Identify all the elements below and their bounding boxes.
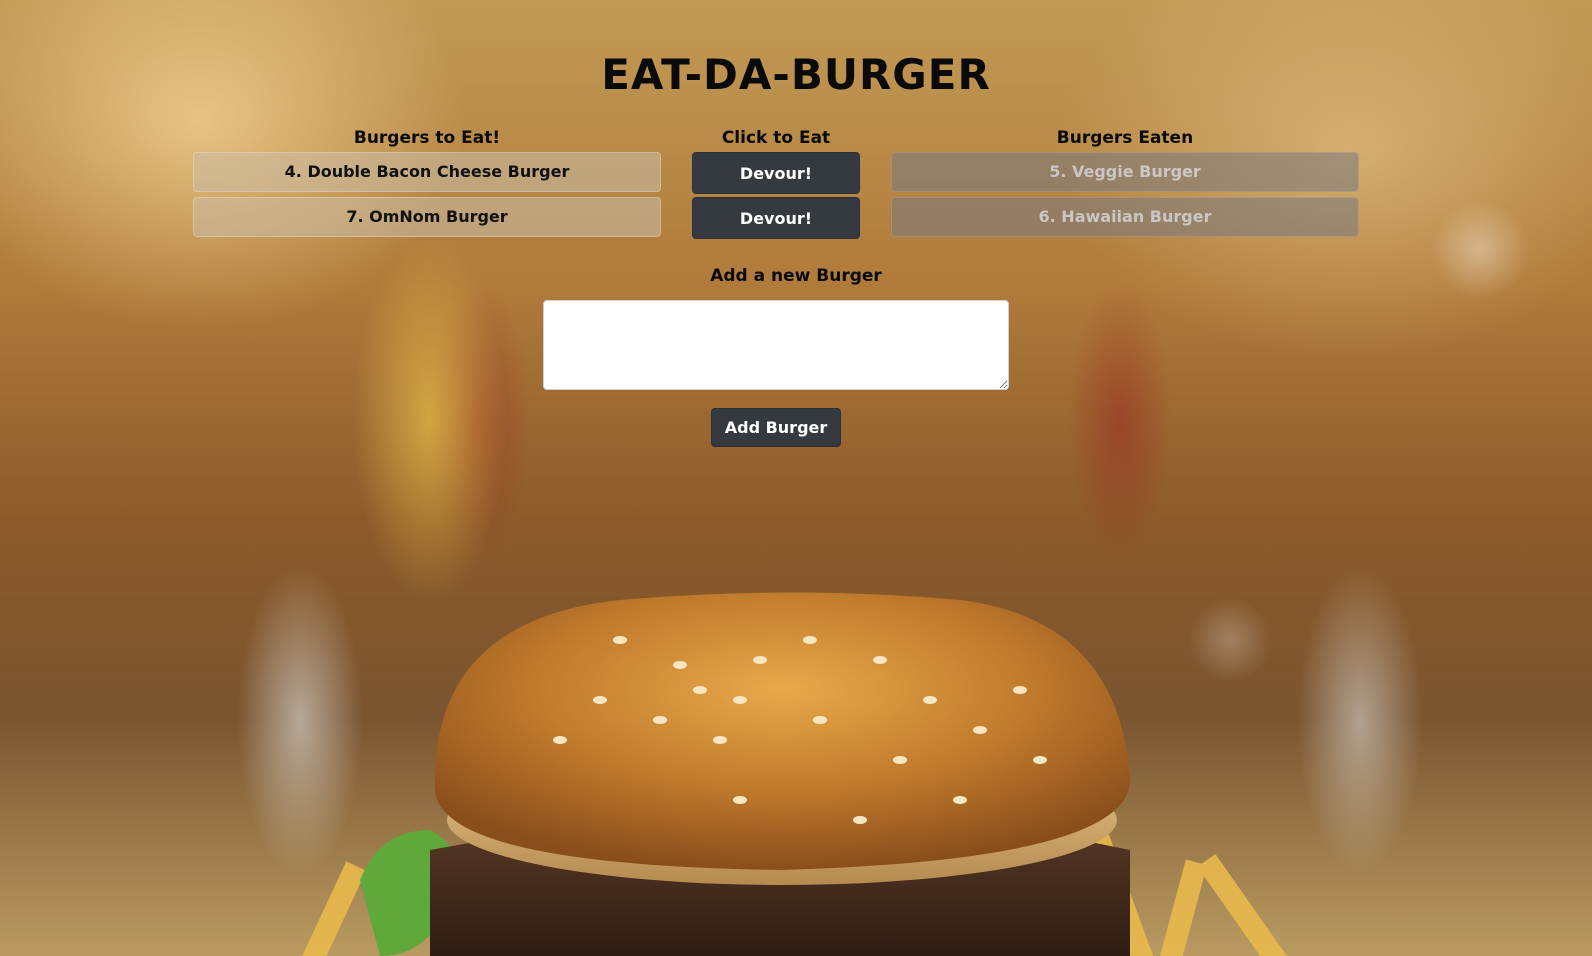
page-title: EAT-DA-BURGER (601, 50, 991, 99)
burgers-eaten-heading: Burgers Eaten (1056, 128, 1194, 148)
add-burger-label: Add a new Burger (710, 266, 882, 286)
new-burger-textarea[interactable] (543, 300, 1009, 390)
page-container: EAT-DA-BURGER Burgers to Eat! Click to E… (0, 0, 1592, 956)
burger-eaten-item: 6. Hawaiian Burger (891, 197, 1359, 237)
click-to-eat-heading: Click to Eat (721, 128, 831, 148)
devour-button[interactable]: Devour! (692, 197, 860, 239)
burger-to-eat-item: 4. Double Bacon Cheese Burger (193, 152, 661, 192)
devour-button[interactable]: Devour! (692, 152, 860, 194)
burger-to-eat-item: 7. OmNom Burger (193, 197, 661, 237)
add-burger-button[interactable]: Add Burger (711, 408, 841, 447)
burgers-to-eat-heading: Burgers to Eat! (353, 128, 501, 148)
burger-eaten-item: 5. Veggie Burger (891, 152, 1359, 192)
